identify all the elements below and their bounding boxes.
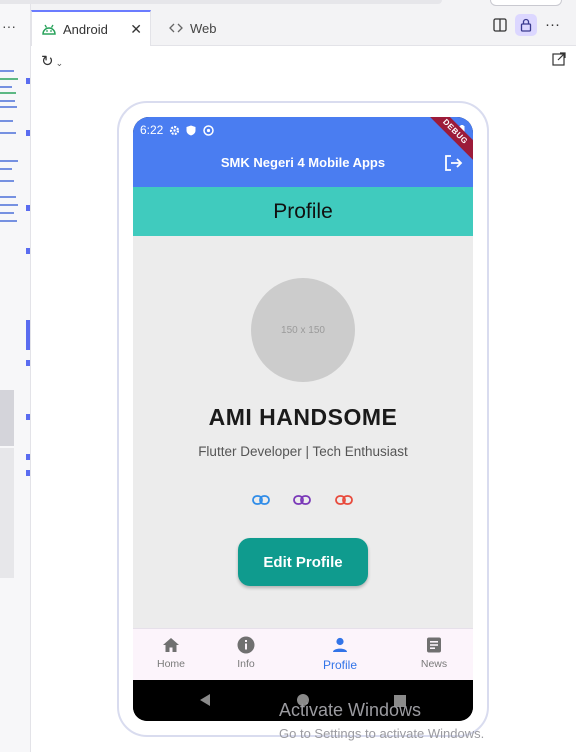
news-icon [424,635,444,655]
lock-button[interactable] [515,14,537,36]
device-screen: 6:22 DEBUG SMK Negeri 4 Mobile Apps Prof… [133,117,473,721]
link-icon[interactable] [252,492,270,506]
settings-status-icon [169,125,180,136]
avatar-placeholder: 150 x 150 [281,324,325,336]
activate-windows-title: Activate Windows [279,700,422,720]
android-icon [41,21,57,37]
link-icon[interactable] [335,492,353,506]
back-icon[interactable] [199,693,211,712]
nav-home-label: Home [156,658,185,670]
preview-tab-bar: Android ✕ Web ··· [0,0,576,46]
info-icon [236,635,256,655]
home-icon [161,635,181,655]
nav-profile[interactable]: Profile [305,635,375,672]
at-status-icon [203,124,215,136]
avatar: 150 x 150 [251,278,355,382]
more-icon[interactable]: ··· [545,16,560,33]
close-icon[interactable]: ✕ [130,21,142,38]
more-options-icon[interactable]: ··· [2,18,16,34]
logout-icon[interactable] [443,154,463,177]
tab-android-label: Android [63,21,108,37]
tab-web[interactable]: Web [159,11,259,45]
reload-button[interactable]: ↻ ⌄ [41,52,63,70]
split-view-icon[interactable] [493,18,507,32]
status-time: 6:22 [140,123,164,137]
chevron-down-icon: ⌄ [55,58,64,68]
nav-news-label: News [420,658,448,670]
lock-icon [515,14,537,36]
link-icon[interactable] [293,492,311,506]
status-bar: 6:22 [140,121,215,139]
person-icon [330,635,350,655]
preview-toolbar: ↻ ⌄ [31,46,576,76]
tab-android[interactable]: Android ✕ [31,10,151,46]
code-icon [168,20,184,36]
activate-windows-subtitle: Go to Settings to activate Windows. [279,726,485,741]
nav-profile-label: Profile [322,658,357,672]
app-bar: 6:22 DEBUG SMK Negeri 4 Mobile Apps [133,117,473,187]
bottom-nav: Home Info Profile News [133,628,473,681]
nav-info-label: Info [237,658,255,670]
editor-strip: ··· [0,0,31,752]
nav-home[interactable]: Home [136,635,206,670]
page-title: Profile [133,187,473,236]
top-pill [490,0,562,6]
profile-name: AMI HANDSOME [208,404,398,430]
nav-info[interactable]: Info [211,635,281,670]
nav-news[interactable]: News [399,635,469,670]
open-external-icon[interactable] [552,52,566,71]
profile-content: 150 x 150 AMI HANDSOME Flutter Developer… [133,236,473,628]
profile-subtitle: Flutter Developer | Tech Enthusiast [198,444,408,459]
reload-icon: ↻ [41,53,54,70]
app-title: SMK Negeri 4 Mobile Apps [220,155,386,170]
edit-profile-button[interactable]: Edit Profile [238,538,368,586]
shield-status-icon [186,125,197,136]
tab-web-label: Web [190,20,217,36]
